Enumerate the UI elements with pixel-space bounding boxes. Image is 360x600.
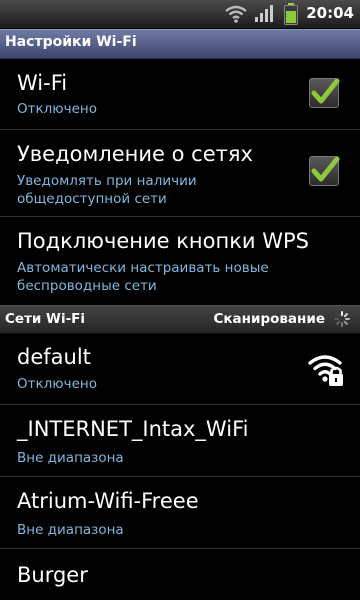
network-item[interactable]: _INTERNET_Intax_WiFi Вне диапазона [0, 405, 360, 475]
network-item[interactable]: Atrium-Wifi-Freee Вне диапазона [0, 477, 360, 547]
wifi-toggle-row[interactable]: Wi-Fi Отключено [0, 58, 360, 128]
status-bar: 20:04 [0, 0, 360, 29]
clock: 20:04 [306, 4, 354, 22]
network-status: Отключено [17, 376, 98, 392]
checkmark-icon [311, 156, 340, 182]
network-notification-title: Уведомление о сетях [17, 142, 253, 166]
network-notification-checkbox[interactable] [309, 156, 340, 186]
wps-desc-line2: беспроводные сети [17, 278, 157, 294]
checkmark-icon [311, 78, 340, 104]
network-notification-desc-line1: Уведомлять при наличии [17, 173, 197, 189]
page-title: Настройки Wi-Fi [5, 34, 137, 50]
wifi-toggle-status: Отключено [17, 101, 98, 117]
wifi-signal-icon [225, 5, 247, 23]
network-status: Вне диапазона [17, 450, 124, 466]
network-name: Atrium-Wifi-Freee [17, 489, 199, 513]
wifi-toggle-title: Wi-Fi [17, 71, 68, 95]
network-item[interactable]: default Отключено [0, 333, 360, 403]
network-status: Вне диапазона [17, 522, 124, 538]
network-item[interactable]: Burger [0, 549, 360, 600]
network-name: default [17, 345, 91, 369]
wps-desc-line1: Автоматически настраивать новые [17, 260, 269, 276]
cell-signal-icon [255, 5, 273, 22]
network-name: _INTERNET_Intax_WiFi [17, 417, 249, 441]
spinner-icon [334, 311, 350, 327]
wifi-checkbox[interactable] [309, 78, 340, 108]
battery-icon [284, 3, 298, 25]
section-label: Сети Wi-Fi [5, 311, 86, 327]
network-notification-row[interactable]: Уведомление о сетях Уведомлять при налич… [0, 130, 360, 215]
wifi-networks-section-header: Сети Wi-Fi Сканирование [0, 305, 360, 334]
scan-status: Сканирование [213, 311, 325, 327]
network-name: Burger [17, 563, 88, 587]
network-notification-desc-line2: общедоступной сети [17, 191, 167, 207]
title-bar: Настройки Wi-Fi [0, 29, 360, 59]
wifi-lock-icon [308, 355, 343, 386]
wps-title: Подключение кнопки WPS [17, 229, 310, 253]
wps-row[interactable]: Подключение кнопки WPS Автоматически нас… [0, 217, 360, 304]
